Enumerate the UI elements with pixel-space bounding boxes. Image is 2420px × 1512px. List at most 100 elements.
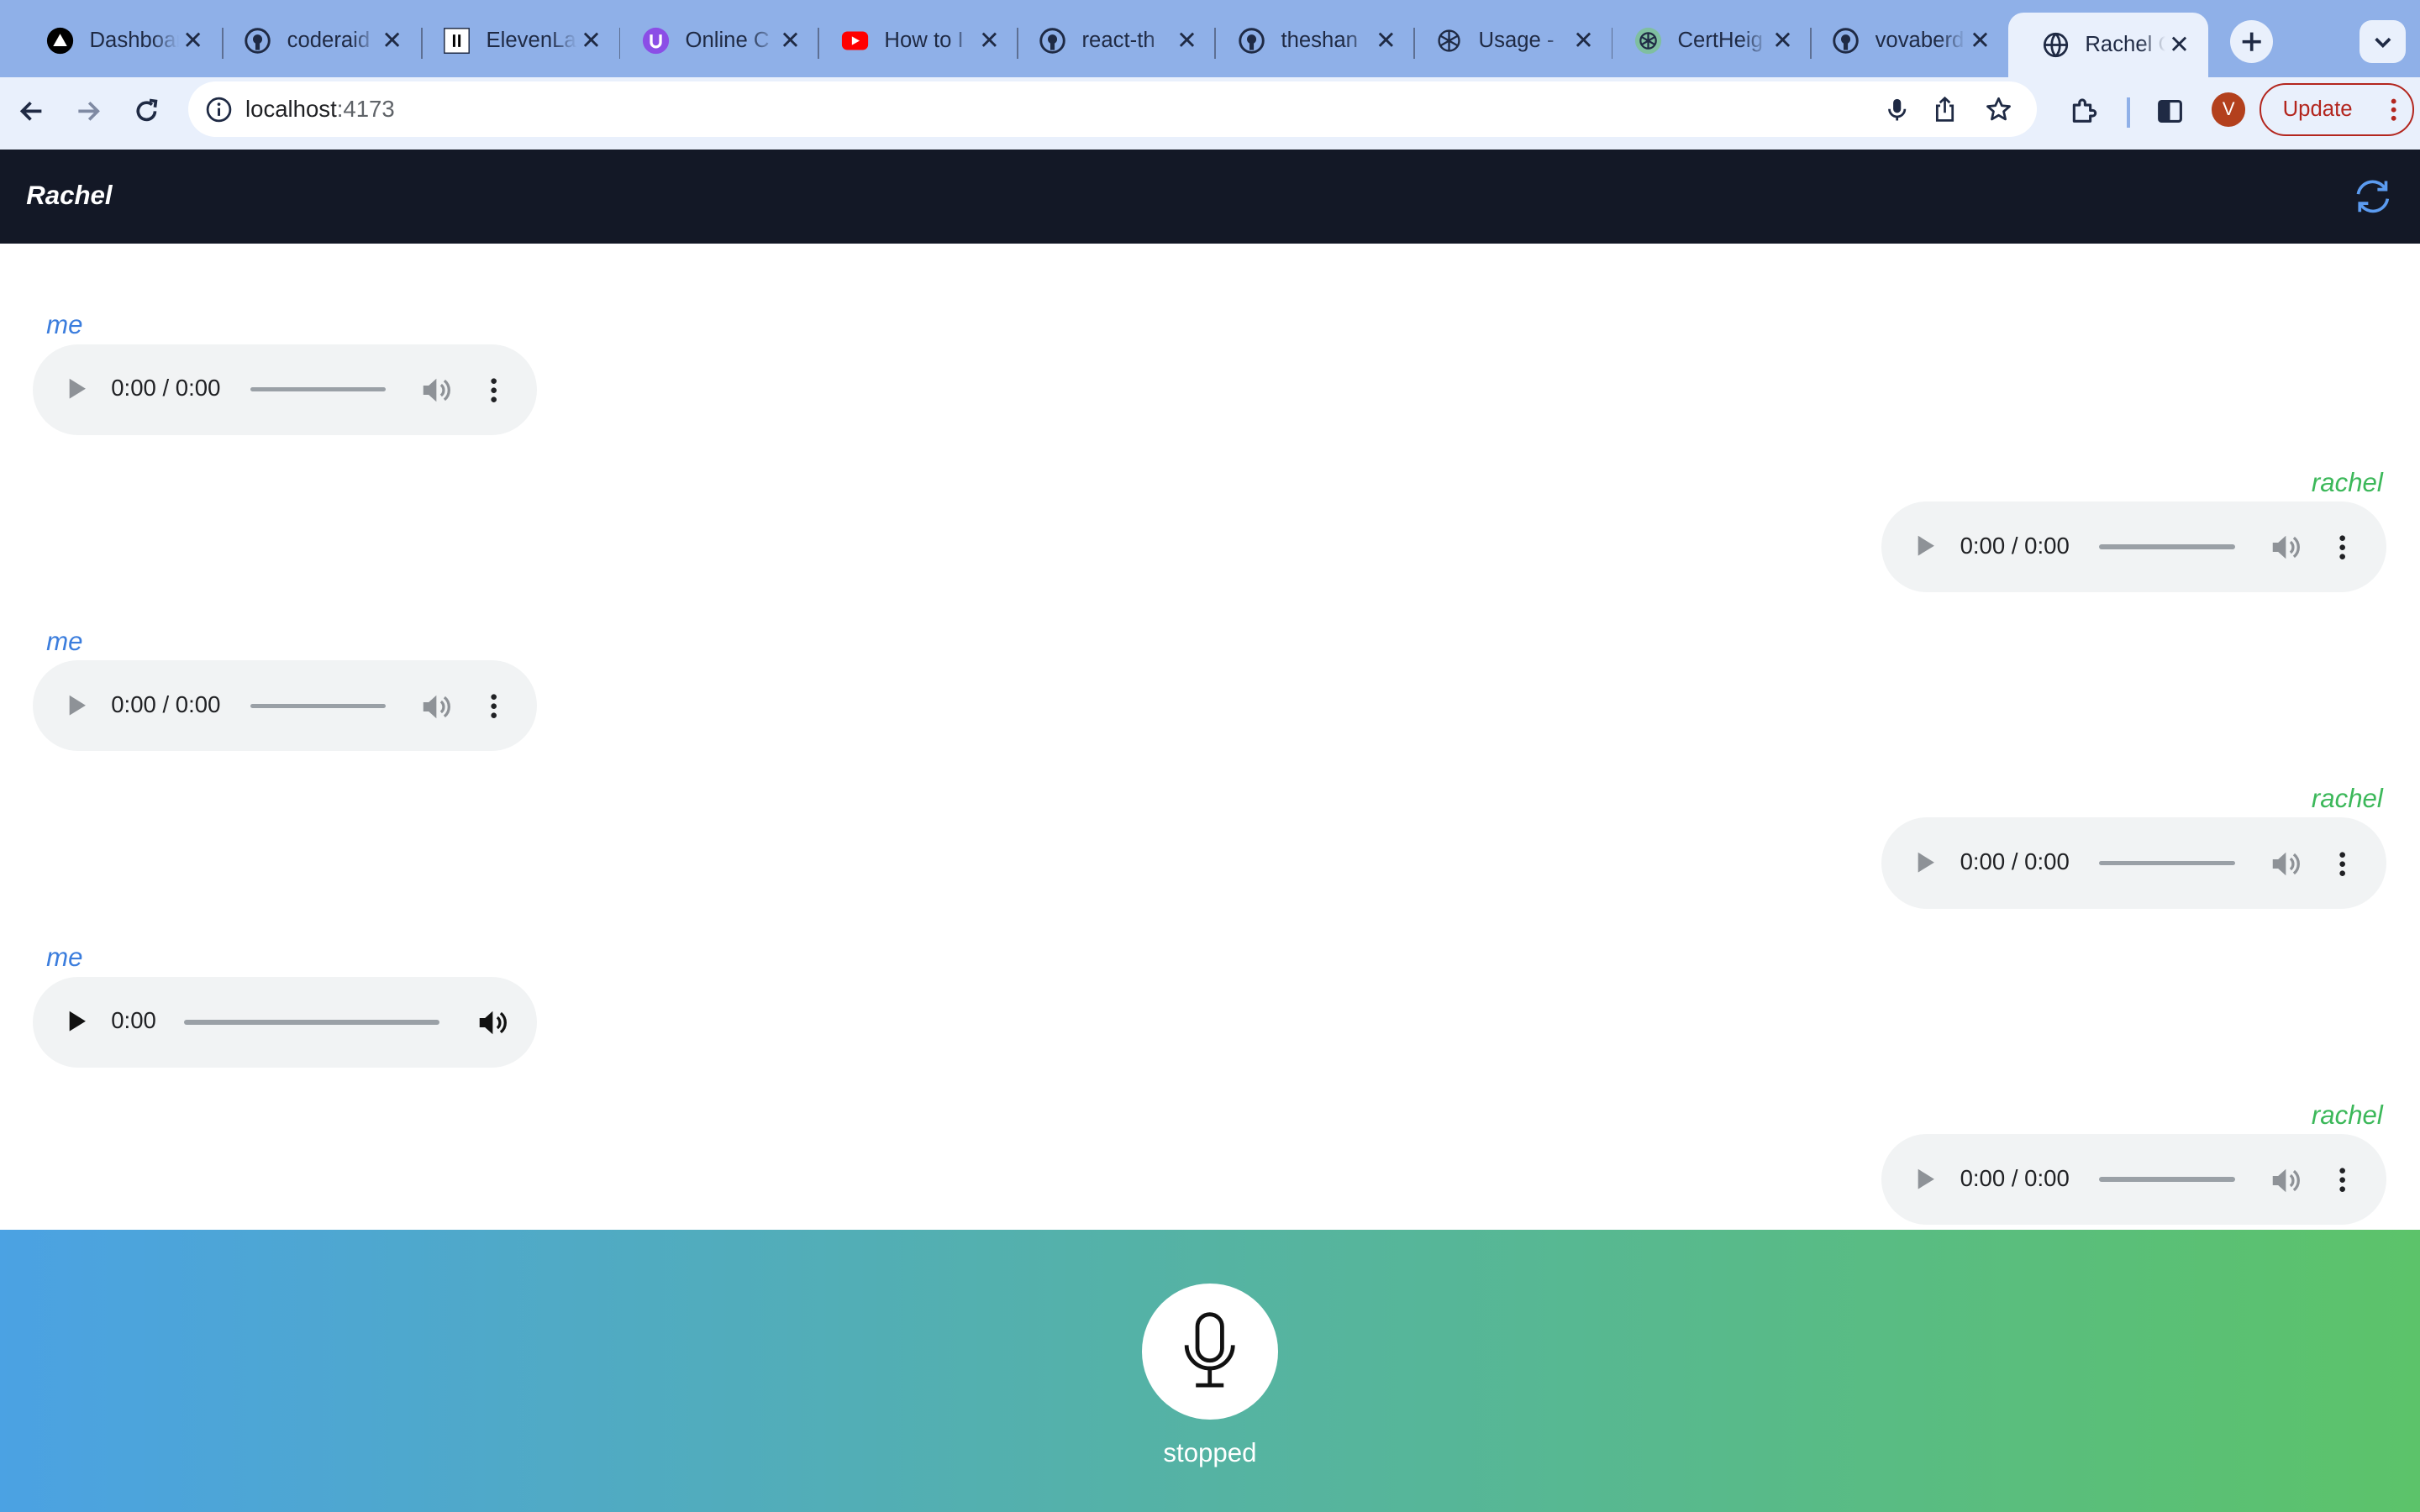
reload-button[interactable] (125, 90, 168, 133)
more-vert-icon[interactable] (2328, 848, 2359, 879)
github-icon (1238, 27, 1265, 55)
tab-search-button[interactable] (2360, 19, 2407, 64)
audio-progress-track[interactable] (2098, 860, 2235, 866)
tab-strip: Dashboard ✕ coderaid ✕ ElevenLabs ✕ Onli… (0, 0, 2420, 77)
update-button[interactable]: Update (2259, 83, 2414, 136)
url-text[interactable]: localhost:4173 (245, 96, 395, 123)
audio-player[interactable]: 0:00 / 0:00 (1881, 817, 2386, 909)
close-icon[interactable]: ✕ (1372, 27, 1400, 55)
volume-icon[interactable] (2270, 533, 2302, 564)
chat-area: me 0:00 / 0:00 rachel 0:00 / 0:00 me 0:0… (0, 244, 2420, 1230)
microphone-icon[interactable] (1881, 94, 1912, 125)
info-icon[interactable] (203, 94, 234, 125)
close-icon[interactable]: ✕ (976, 27, 1003, 55)
elevenlabs-icon (443, 27, 471, 55)
record-button[interactable] (1142, 1284, 1278, 1420)
star-icon[interactable] (1983, 94, 2014, 125)
audio-time: 0:00 / 0:00 (1960, 848, 2070, 875)
recorder-status: stopped (1163, 1437, 1257, 1467)
arrow-right-icon (78, 101, 101, 121)
share-icon[interactable] (1929, 94, 1960, 125)
arrow-left-icon (20, 101, 42, 121)
back-button[interactable] (11, 90, 54, 133)
audio-player[interactable]: 0:00 / 0:00 (1881, 501, 2386, 593)
openai-icon (1634, 27, 1662, 55)
audio-player[interactable]: 0:00 / 0:00 (1881, 1133, 2386, 1226)
sender-label-me: me (46, 942, 83, 973)
play-icon[interactable] (63, 1007, 91, 1035)
volume-icon[interactable] (2270, 848, 2302, 879)
more-vert-icon[interactable] (478, 691, 509, 722)
close-icon[interactable]: ✕ (1570, 27, 1597, 55)
sender-label-rachel: rachel (2311, 784, 2383, 814)
close-icon[interactable]: ✕ (1173, 27, 1201, 55)
tab-usage[interactable]: Usage - ✕ (1402, 13, 1613, 70)
browser-toolbar: localhost:4173 V Update (0, 76, 2420, 150)
tab-label: Dashboard (89, 29, 180, 53)
tab-label: coderaid (287, 29, 371, 53)
audio-progress-track[interactable] (2098, 1177, 2235, 1182)
play-icon[interactable] (1912, 1165, 1940, 1193)
close-icon[interactable]: ✕ (1769, 27, 1797, 55)
volume-icon[interactable] (421, 691, 452, 722)
youtube-icon (841, 27, 869, 55)
github-icon (244, 27, 271, 55)
url-port: :4173 (336, 95, 395, 122)
volume-icon[interactable] (421, 375, 452, 406)
openai-icon (1435, 27, 1463, 55)
tab-youtube[interactable]: How to I ✕ (808, 13, 1019, 70)
tab-theshan[interactable]: theshan ✕ (1204, 13, 1416, 70)
play-icon[interactable] (63, 691, 91, 719)
refresh-button[interactable] (2352, 176, 2394, 218)
refresh-icon (2356, 180, 2390, 213)
play-icon[interactable] (1912, 533, 1940, 560)
audio-player[interactable]: 0:00 (32, 976, 538, 1068)
close-icon[interactable]: ✕ (577, 27, 605, 55)
tab-coderaid[interactable]: coderaid ✕ (210, 13, 422, 70)
tab-react-th[interactable]: react-th ✕ (1005, 13, 1217, 70)
microphone-icon (1185, 1312, 1235, 1388)
close-icon[interactable]: ✕ (1966, 27, 1994, 55)
audio-progress-track[interactable] (250, 386, 387, 392)
audio-player[interactable]: 0:00 / 0:00 (32, 660, 538, 752)
volume-icon[interactable] (2270, 1165, 2302, 1196)
address-bar[interactable]: localhost:4173 (188, 81, 2038, 138)
more-vert-icon[interactable] (2328, 533, 2359, 564)
audio-time: 0:00 / 0:00 (111, 375, 221, 402)
audio-progress-track[interactable] (2098, 544, 2235, 549)
forward-button[interactable] (66, 90, 109, 133)
play-icon[interactable] (63, 375, 91, 402)
side-panel-button[interactable] (2149, 90, 2191, 133)
audio-progress-track[interactable] (183, 1020, 440, 1025)
audio-progress-track[interactable] (250, 703, 387, 709)
audio-player[interactable]: 0:00 / 0:00 (32, 344, 538, 435)
more-vert-icon[interactable] (2328, 1165, 2359, 1196)
close-icon[interactable]: ✕ (179, 27, 207, 55)
new-tab-button[interactable] (2230, 19, 2274, 64)
close-icon[interactable]: ✕ (776, 27, 804, 55)
extensions-button[interactable] (2062, 90, 2105, 133)
close-icon[interactable]: ✕ (378, 27, 406, 55)
tab-certheig[interactable]: CertHeig ✕ (1601, 13, 1812, 70)
online-icon (642, 27, 670, 55)
play-icon[interactable] (1912, 848, 1940, 876)
tab-label: Online C (685, 29, 770, 53)
tab-elevenlabs[interactable]: ElevenLabs ✕ (409, 13, 621, 70)
side-panel-icon (2157, 99, 2182, 123)
plus-icon (2242, 32, 2261, 51)
chevron-down-icon (2375, 37, 2391, 48)
more-vert-icon (2391, 97, 2396, 128)
tab-online[interactable]: Online C ✕ (608, 13, 820, 70)
audio-time: 0:00 / 0:00 (1960, 1164, 2070, 1191)
recorder-bar: stopped (0, 1229, 2420, 1512)
more-vert-icon[interactable] (478, 375, 509, 406)
tab-vovaberd[interactable]: vovaberd ✕ (1798, 13, 2010, 70)
tab-rachel-active[interactable]: Rachel C ✕ (2007, 12, 2209, 77)
volume-icon[interactable] (477, 1007, 508, 1038)
tab-dashboard[interactable]: Dashboard ✕ (13, 13, 223, 70)
globe-icon (2042, 31, 2070, 59)
tab-label: ElevenLabs (486, 29, 577, 53)
profile-avatar[interactable]: V (2211, 92, 2246, 127)
url-host: localhost (245, 95, 337, 122)
close-icon[interactable]: ✕ (2165, 31, 2193, 59)
